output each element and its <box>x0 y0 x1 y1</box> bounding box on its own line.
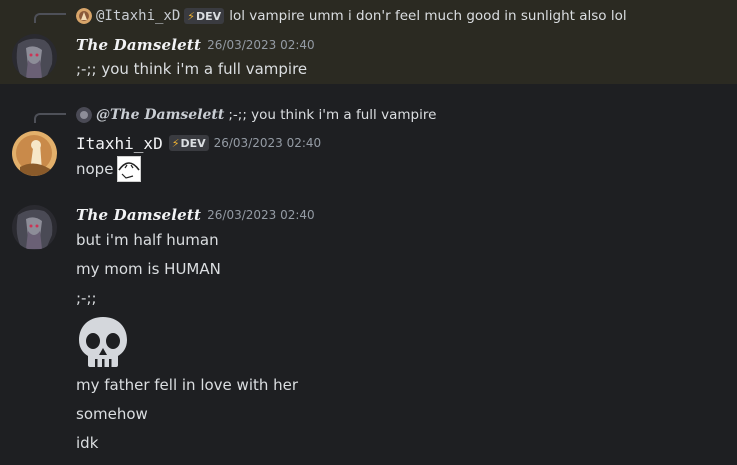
message-text: idk <box>76 434 99 452</box>
message-group-2: @The Damselett ;-;; you think i'm a full… <box>0 100 737 188</box>
reply-author[interactable]: @Itaxhi_xD <box>96 8 180 24</box>
reply-spine <box>34 13 66 23</box>
avatar-damselett[interactable] <box>12 205 57 250</box>
peeking-face-sticker[interactable] <box>117 156 142 182</box>
reply-text: lol vampire umm i don'r feel much good i… <box>229 8 627 24</box>
dev-badge: ⚡ DEV <box>168 135 209 151</box>
message-text-with-sticker: nope <box>76 156 142 182</box>
message-header: The Damselett 26/03/2023 02:40 <box>76 204 315 226</box>
lightning-bolt-icon: ⚡ <box>171 136 180 150</box>
avatar-itaxhi[interactable] <box>12 131 57 176</box>
reply-author[interactable]: @The Damselett <box>96 107 224 123</box>
timestamp: 26/03/2023 02:40 <box>213 136 322 150</box>
message-header: Itaxhi_xD ⚡ DEV 26/03/2023 02:40 <box>76 132 321 154</box>
message-group-1: @Itaxhi_xD ⚡ DEV lol vampire umm i don'r … <box>0 0 737 84</box>
reply-preview[interactable]: @Itaxhi_xD ⚡ DEV lol vampire umm i don'r … <box>76 6 627 26</box>
reply-spine <box>34 113 66 123</box>
author-name[interactable]: The Damselett <box>76 36 201 54</box>
timestamp: 26/03/2023 02:40 <box>207 208 315 222</box>
message-text: my mom is HUMAN <box>76 260 221 278</box>
message-text: somehow <box>76 405 148 423</box>
author-name[interactable]: Itaxhi_xD <box>76 134 163 153</box>
message-text: my father fell in love with her <box>76 376 299 394</box>
message-header: The Damselett 26/03/2023 02:40 <box>76 34 315 56</box>
reply-avatar-damselett <box>76 107 92 123</box>
reply-avatar-itaxhi <box>76 8 92 24</box>
avatar-damselett[interactable] <box>12 34 57 79</box>
message-group-3: The Damselett 26/03/2023 02:40 but i'm h… <box>0 200 737 465</box>
message-text: nope <box>76 160 114 178</box>
message-text: but i'm half human <box>76 231 219 249</box>
timestamp: 26/03/2023 02:40 <box>207 38 315 52</box>
skull-emoji[interactable] <box>76 315 130 369</box>
reply-text: ;-;; you think i'm a full vampire <box>228 107 437 123</box>
reply-preview[interactable]: @The Damselett ;-;; you think i'm a full… <box>76 105 436 125</box>
lightning-bolt-icon: ⚡ <box>187 9 196 23</box>
message-text: ;-;; you think i'm a full vampire <box>76 60 308 78</box>
dev-badge: ⚡ DEV <box>184 8 225 24</box>
message-text: ;-;; <box>76 289 97 307</box>
author-name[interactable]: The Damselett <box>76 206 201 224</box>
